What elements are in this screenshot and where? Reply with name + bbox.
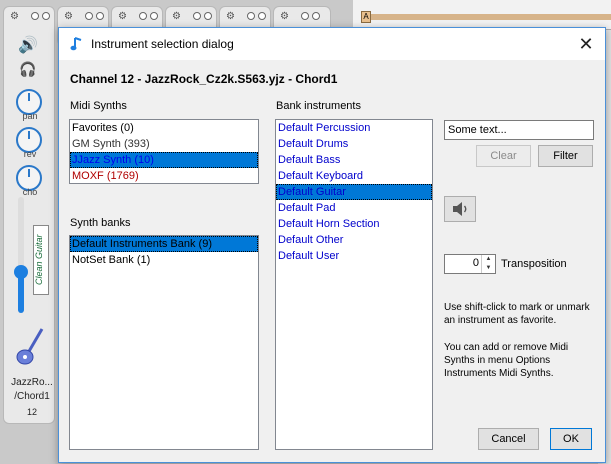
instrument-item[interactable]: Default Drums [276, 136, 432, 152]
chorus-label: cho [22, 187, 38, 197]
volume-fader-handle[interactable] [14, 265, 28, 279]
filter-button[interactable]: Filter [538, 145, 593, 167]
gear-icon[interactable]: ⚙ [172, 11, 181, 22]
transposition-label: Transposition [501, 258, 567, 270]
transposition-value: 0 [472, 257, 479, 269]
mute-indicator[interactable] [150, 12, 158, 20]
solo-indicator[interactable] [85, 12, 93, 20]
instrument-item[interactable]: Default User [276, 248, 432, 264]
instrument-item[interactable]: Default Bass [276, 152, 432, 168]
pan-label: pan [22, 111, 38, 121]
close-button[interactable]: ✕ [573, 31, 599, 57]
gear-icon[interactable]: ⚙ [280, 11, 289, 22]
solo-indicator[interactable] [139, 12, 147, 20]
gear-icon[interactable]: ⚙ [10, 11, 19, 22]
clear-button[interactable]: Clear [476, 145, 531, 167]
strip-name-line1: JazzRo... [11, 377, 53, 388]
instrument-item[interactable]: Default Pad [276, 200, 432, 216]
solo-indicator[interactable] [247, 12, 255, 20]
midi-synths-help-text: You can add or remove Midi Synths in men… [444, 342, 569, 379]
midi-synth-item[interactable]: Favorites (0) [70, 120, 258, 136]
speaker-icon[interactable]: 🔊 [18, 35, 38, 55]
guitar-icon[interactable] [14, 325, 46, 369]
solo-indicator[interactable] [193, 12, 201, 20]
midi-synth-item[interactable]: JJazz Synth (10) [70, 152, 258, 168]
midi-synth-item[interactable]: GM Synth (393) [70, 136, 258, 152]
instrument-item[interactable]: Default Guitar [276, 184, 432, 200]
transposition-spinner[interactable]: 0 ▲ ▼ [444, 254, 496, 274]
favorite-help-text: Use shift-click to mark or unmark an ins… [444, 302, 590, 326]
mute-indicator[interactable] [312, 12, 320, 20]
spinner-up-icon[interactable]: ▲ [482, 255, 495, 264]
reverb-label: rev [23, 149, 37, 159]
mute-indicator[interactable] [258, 12, 266, 20]
mixer-strip: ⚙ 🔊 🎧 pan rev cho Clean Guitar JazzRo...… [3, 6, 55, 424]
instrument-item[interactable]: Default Horn Section [276, 216, 432, 232]
solo-indicator[interactable] [301, 12, 309, 20]
instrument-item[interactable]: Default Keyboard [276, 168, 432, 184]
dialog-title: Instrument selection dialog [91, 37, 234, 51]
music-note-icon [70, 37, 82, 51]
gear-icon[interactable]: ⚙ [226, 11, 235, 22]
solo-indicator[interactable] [31, 12, 39, 20]
strip-name-line2: /Chord1 [14, 391, 50, 402]
spinner-down-icon[interactable]: ▼ [482, 264, 495, 273]
instrument-vertical-label[interactable]: Clean Guitar [33, 225, 49, 295]
synth-banks-label: Synth banks [70, 217, 131, 229]
midi-synths-list[interactable]: Favorites (0) GM Synth (393) JJazz Synth (… [69, 119, 259, 184]
instrument-item[interactable]: Default Other [276, 232, 432, 248]
channel-number: 12 [26, 407, 37, 417]
search-input[interactable]: Some text... [444, 120, 594, 140]
bank-instruments-list[interactable]: Default Percussion Default Drums Default B… [275, 119, 433, 450]
gear-icon[interactable]: ⚙ [118, 11, 127, 22]
preview-button[interactable] [444, 196, 476, 222]
headphone-icon[interactable]: 🎧 [19, 61, 36, 78]
mute-indicator[interactable] [204, 12, 212, 20]
instrument-selection-dialog: Instrument selection dialog ✕ Channel 12… [58, 27, 606, 463]
cancel-button[interactable]: Cancel [478, 428, 539, 450]
midi-synths-label: Midi Synths [70, 100, 127, 112]
synth-bank-item[interactable]: Default Instruments Bank (9) [70, 236, 258, 252]
bank-instruments-label: Bank instruments [276, 100, 361, 112]
mute-indicator[interactable] [96, 12, 104, 20]
mute-indicator[interactable] [42, 12, 50, 20]
speaker-icon [453, 202, 467, 216]
section-marker[interactable]: A [361, 11, 371, 23]
instrument-item[interactable]: Default Percussion [276, 120, 432, 136]
ok-button[interactable]: OK [550, 428, 592, 450]
channel-heading: Channel 12 - JazzRock_Cz2k.S563.yjz - Ch… [70, 72, 338, 86]
spinner-arrows[interactable]: ▲ ▼ [481, 255, 495, 273]
synth-banks-list[interactable]: Default Instruments Bank (9) NotSet Bank … [69, 235, 259, 450]
midi-synth-item[interactable]: MOXF (1769) [70, 168, 258, 183]
bar-ruler [365, 14, 611, 20]
synth-bank-item[interactable]: NotSet Bank (1) [70, 252, 258, 268]
dialog-titlebar[interactable]: Instrument selection dialog ✕ [59, 28, 605, 60]
gear-icon[interactable]: ⚙ [64, 11, 73, 22]
